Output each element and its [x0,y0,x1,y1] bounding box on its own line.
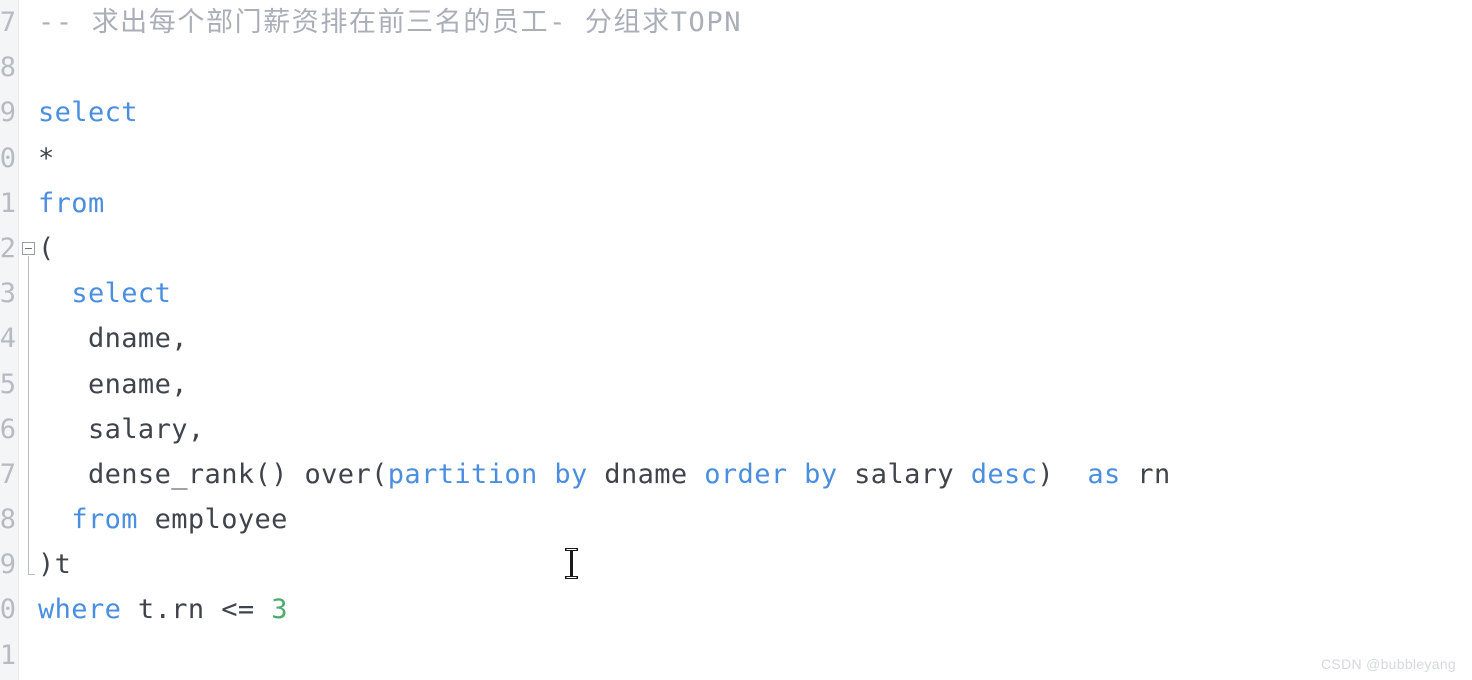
code-line[interactable]: where t.rn <= 3 [38,587,1472,632]
code-line[interactable]: from employee [38,497,1472,542]
line-number-row: 22 [0,226,18,271]
code-token-keyword: order by [704,458,838,490]
code-line[interactable]: * [38,136,1472,181]
line-number-row: 21 [0,181,18,226]
line-number-row: 31 [0,633,18,678]
code-token-number: 3 [271,594,288,626]
line-number: 26 [0,413,16,445]
line-number: 23 [0,278,16,310]
code-content-area[interactable]: -- 求出每个部门薪资排在前三名的员工- 分组求TOPN select * from… [38,0,1472,680]
code-line[interactable]: -- 求出每个部门薪资排在前三名的员工- 分组求TOPN [38,0,1472,45]
code-token-comment: -- [38,7,92,38]
code-line[interactable]: select [38,90,1472,135]
code-line[interactable]: from [38,181,1472,226]
code-line[interactable]: dname, [38,316,1472,361]
code-token-text: ) [1037,458,1088,490]
line-number: 17 [0,7,16,38]
line-number: 31 [0,639,16,671]
line-number: 24 [0,323,16,355]
line-number: 18 [0,52,16,84]
line-number-row: 18 [0,45,18,90]
code-line[interactable]: select [38,271,1472,316]
code-token-text: t.rn <= [121,594,272,626]
code-token-text: )t [38,549,72,581]
code-token-keyword: as [1087,458,1121,490]
code-editor[interactable]: 17 18 19 20 21 22 23 24 25 26 27 28 29 30 31 -- 求出每个部门… [0,0,1472,680]
code-token-text: dname, [38,323,188,355]
code-token-text: ( [38,232,55,264]
line-number-gutter: 17 18 19 20 21 22 23 24 25 26 27 28 29 30 31 [0,0,19,680]
line-number-row: 25 [0,362,18,407]
line-number-row: 26 [0,407,18,452]
code-token-text: salary [837,458,971,490]
line-number-row: 28 [0,497,18,542]
code-token-text: * [38,142,55,174]
code-token-keyword: select [38,97,138,129]
line-number-row: 23 [0,271,18,316]
line-number-row: 19 [0,90,18,135]
code-token-text: dname [587,458,705,490]
line-number-row: 29 [0,542,18,587]
line-number-row: 20 [0,136,18,181]
code-token-keyword: from [71,504,138,536]
code-line[interactable]: )t [38,542,1472,587]
code-line[interactable]: ename, [38,362,1472,407]
code-token-text: salary, [38,413,205,445]
code-token-keyword: partition by [387,458,588,490]
code-token-keyword: from [38,187,105,219]
line-number: 21 [0,187,16,219]
code-folding-margin[interactable] [19,0,38,680]
code-line[interactable] [38,633,1472,678]
line-number-row: 17 [0,0,18,45]
code-token-keyword: select [71,278,172,310]
csdn-watermark: CSDN @bubbleyang [1321,656,1456,672]
code-token-comment: 求出每个部门薪资排在前三名的员工- 分组求TOPN [91,7,743,38]
line-number: 28 [0,504,16,536]
fold-region-line [28,256,29,575]
code-token-text: employee [137,504,288,536]
code-token-text: dense_rank() over( [38,458,388,490]
line-number: 30 [0,594,16,626]
code-line[interactable] [38,45,1472,90]
fold-region-end-marker [28,574,35,576]
line-number: 22 [0,232,16,264]
line-number-row: 30 [0,587,18,632]
line-number: 19 [0,97,16,129]
code-token-text: ename, [38,368,188,400]
code-line[interactable]: ( [38,226,1472,271]
line-number: 27 [0,458,16,490]
line-number: 29 [0,549,16,581]
line-number-row: 27 [0,452,18,497]
line-number: 20 [0,142,16,174]
line-number-row: 24 [0,316,18,361]
code-token-keyword: where [38,594,122,626]
line-number: 25 [0,368,16,400]
code-line[interactable]: salary, [38,407,1472,452]
code-token-keyword: desc [970,458,1038,490]
code-token-text: rn [1120,458,1171,490]
fold-collapse-icon[interactable] [22,242,35,255]
code-line[interactable]: dense_rank() over(partition by dname ord… [38,452,1472,497]
